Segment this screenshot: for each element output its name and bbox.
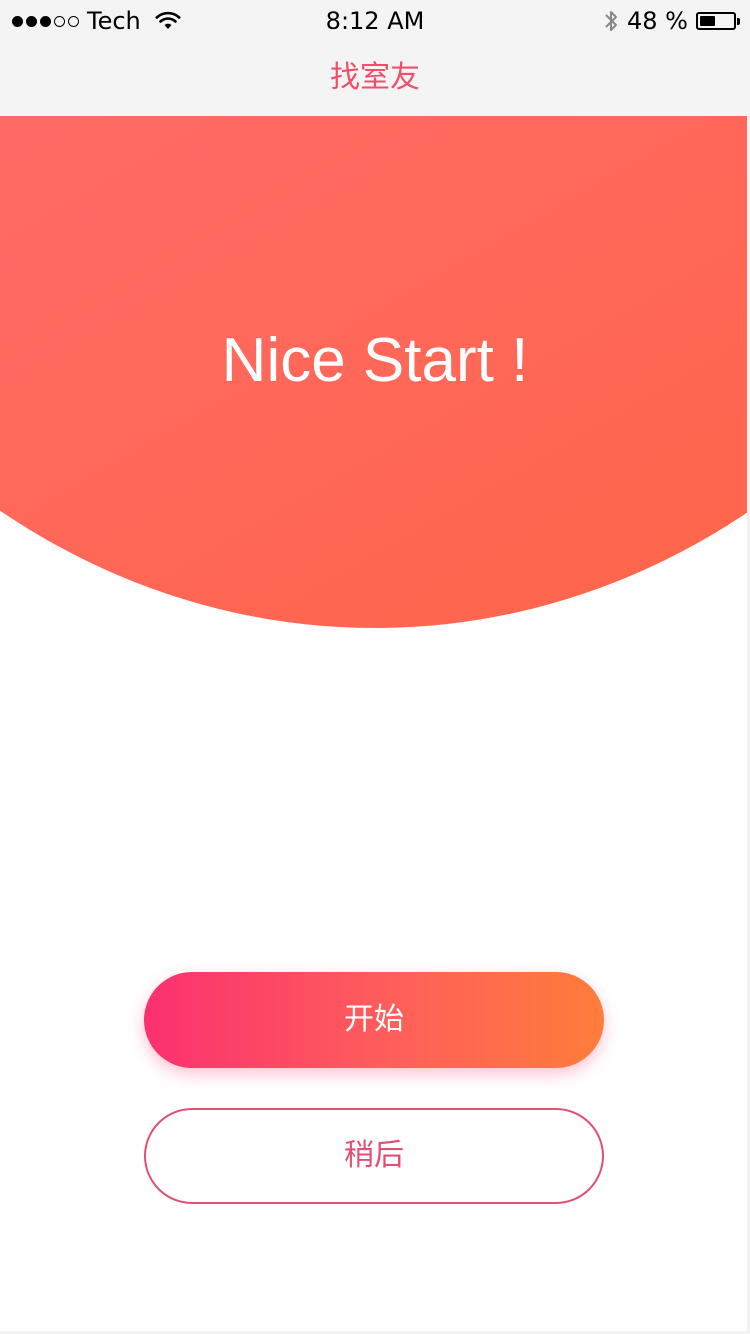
battery-tip <box>737 17 740 25</box>
bluetooth-icon <box>605 11 618 31</box>
navigation-bar: 找室友 <box>0 40 750 116</box>
battery-percent: 48 % <box>627 7 688 35</box>
later-button[interactable]: 稍后 <box>144 1108 604 1204</box>
status-right: 48 % <box>603 5 740 37</box>
status-bar: Tech 8:12 AM 48 % <box>0 0 750 40</box>
start-button[interactable]: 开始 <box>144 972 604 1068</box>
battery-fill <box>700 16 716 26</box>
battery-body <box>696 12 736 30</box>
hero-headline: Nice Start ! <box>221 326 529 395</box>
page-title: 找室友 <box>330 60 420 95</box>
battery-icon <box>696 11 740 31</box>
hero-banner: Nice Start ! <box>0 116 750 628</box>
